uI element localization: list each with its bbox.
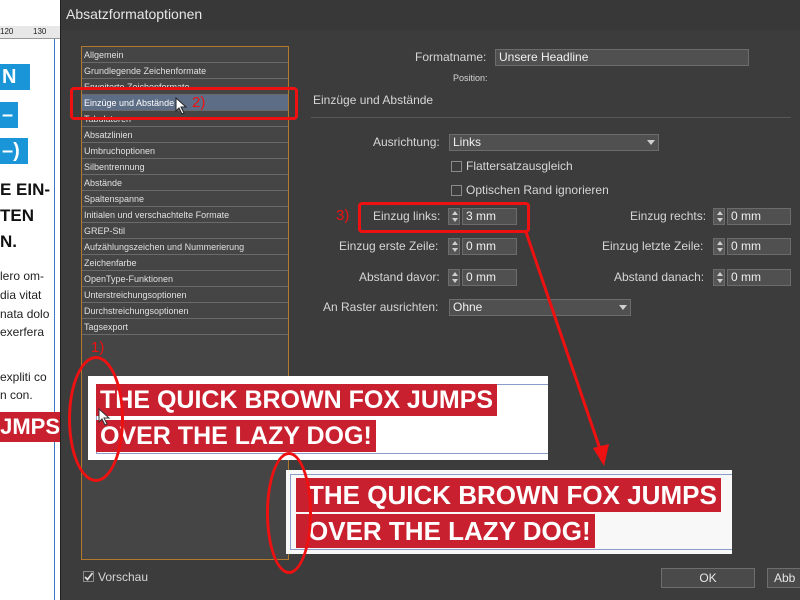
doc-red-headline: JMPS bbox=[0, 412, 60, 442]
section-title: Einzüge und Abstände bbox=[313, 93, 434, 107]
doc-body-line: dia vitat bbox=[0, 288, 42, 302]
background-document: 120 130 N – –) E EIN- TEN N. lero om- di… bbox=[0, 0, 66, 600]
formatname-label: Formatname: bbox=[415, 50, 487, 64]
doc-body-line: lero om- bbox=[0, 269, 45, 283]
flattersatz-label: Flattersatzausgleich bbox=[466, 159, 573, 173]
category-item[interactable]: Umbruchoptionen bbox=[82, 143, 288, 159]
margin-guide bbox=[54, 39, 55, 600]
optischer-rand-checkbox[interactable] bbox=[451, 185, 462, 196]
position-label: Position: bbox=[453, 73, 488, 83]
doc-heading-line: N. bbox=[0, 232, 17, 251]
annotation-step-2: 2) bbox=[192, 94, 206, 111]
abstand-danach-stepper[interactable] bbox=[713, 269, 725, 286]
doc-blue-label: – bbox=[0, 102, 18, 128]
checkmark-icon bbox=[84, 572, 94, 581]
raster-label: An Raster ausrichten: bbox=[323, 300, 439, 314]
category-item[interactable]: OpenType-Funktionen bbox=[82, 271, 288, 287]
doc-body-line: n con. bbox=[0, 388, 33, 402]
einzug-rechts-label: Einzug rechts: bbox=[630, 209, 707, 223]
category-item[interactable]: Grundlegende Zeichenformate bbox=[82, 63, 288, 79]
category-item[interactable]: Zeichenfarbe bbox=[82, 255, 288, 271]
sample-line: OVER THE LAZY DOG! bbox=[296, 514, 595, 548]
doc-body-line: expliti co bbox=[0, 370, 47, 384]
annotation-ellipse-before bbox=[68, 356, 124, 482]
mouse-pointer-icon bbox=[175, 97, 187, 115]
ausrichtung-value: Links bbox=[453, 135, 482, 149]
abstand-davor-label: Abstand davor: bbox=[359, 270, 440, 284]
category-item[interactable]: Unterstreichungsoptionen bbox=[82, 287, 288, 303]
einzug-rechts-input[interactable]: 0 mm bbox=[727, 208, 791, 225]
einzug-erste-zeile-stepper[interactable] bbox=[448, 238, 460, 255]
einzug-letzte-zeile-stepper[interactable] bbox=[713, 238, 725, 255]
category-item[interactable]: Durchstreichungsoptionen bbox=[82, 303, 288, 319]
horizontal-ruler: 120 130 bbox=[0, 26, 66, 39]
doc-body-line: exerfera bbox=[0, 325, 45, 339]
einzug-erste-zeile-input[interactable]: 0 mm bbox=[462, 238, 517, 255]
section-divider bbox=[311, 117, 791, 118]
einzug-rechts-stepper[interactable] bbox=[713, 208, 725, 225]
ruler-label: 120 bbox=[0, 27, 14, 36]
category-item[interactable]: GREP-Stil bbox=[82, 223, 288, 239]
category-item[interactable]: Aufzählungszeichen und Nummerierung bbox=[82, 239, 288, 255]
raster-value: Ohne bbox=[453, 300, 483, 314]
doc-heading-line: TEN bbox=[0, 206, 34, 225]
abstand-danach-label: Abstand danach: bbox=[614, 270, 705, 284]
vorschau-checkbox[interactable] bbox=[83, 571, 94, 582]
einzug-erste-zeile-label: Einzug erste Zeile: bbox=[339, 239, 439, 253]
abstand-davor-stepper[interactable] bbox=[448, 269, 460, 286]
cancel-button[interactable]: Abb bbox=[767, 568, 800, 588]
abstand-davor-input[interactable]: 0 mm bbox=[462, 269, 517, 286]
doc-body-line: nata dolo bbox=[0, 307, 50, 321]
ok-button[interactable]: OK bbox=[661, 568, 755, 588]
abstand-danach-input[interactable]: 0 mm bbox=[727, 269, 791, 286]
annotation-ellipse-after bbox=[266, 452, 312, 574]
annotation-step-1: 1) bbox=[91, 339, 105, 356]
ausrichtung-dropdown[interactable]: Links bbox=[449, 134, 659, 151]
category-list[interactable]: Allgemein Grundlegende Zeichenformate Er… bbox=[81, 46, 289, 560]
doc-heading-line: E EIN- bbox=[0, 180, 51, 199]
einzug-letzte-zeile-label: Einzug letzte Zeile: bbox=[602, 239, 704, 253]
flattersatz-checkbox[interactable] bbox=[451, 161, 462, 172]
sample-line: THE QUICK BROWN FOX JUMPS bbox=[96, 384, 498, 416]
chevron-down-icon bbox=[619, 305, 627, 310]
ruler-label: 130 bbox=[33, 27, 47, 36]
chevron-down-icon bbox=[647, 140, 655, 145]
raster-dropdown[interactable]: Ohne bbox=[449, 299, 631, 316]
category-item[interactable]: Absatzlinien bbox=[82, 127, 288, 143]
optischer-rand-label: Optischen Rand ignorieren bbox=[466, 183, 609, 197]
dialog-title: Absatzformatoptionen bbox=[66, 6, 203, 22]
category-item[interactable]: Abstände bbox=[82, 175, 288, 191]
doc-blue-label: –) bbox=[0, 138, 28, 164]
category-item[interactable]: Tagsexport bbox=[82, 319, 288, 335]
sample-line: THE QUICK BROWN FOX JUMPS bbox=[296, 478, 721, 512]
annotation-step-3: 3) bbox=[336, 207, 350, 224]
category-item[interactable]: Silbentrennung bbox=[82, 159, 288, 175]
category-item[interactable]: Allgemein bbox=[82, 47, 288, 63]
sample-after-indent: THE QUICK BROWN FOX JUMPS OVER THE LAZY … bbox=[286, 470, 732, 554]
vorschau-label: Vorschau bbox=[98, 570, 149, 584]
category-item[interactable]: Spaltenspanne bbox=[82, 191, 288, 207]
doc-blue-label: N bbox=[0, 64, 30, 90]
annotation-highlight-indent bbox=[358, 202, 530, 233]
sample-before-indent: THE QUICK BROWN FOX JUMPS OVER THE LAZY … bbox=[88, 376, 548, 460]
ausrichtung-label: Ausrichtung: bbox=[373, 135, 440, 149]
category-item[interactable]: Initialen und verschachtelte Formate bbox=[82, 207, 288, 223]
sample-line: OVER THE LAZY DOG! bbox=[96, 420, 376, 452]
formatname-input[interactable]: Unsere Headline bbox=[495, 49, 749, 66]
einzug-letzte-zeile-input[interactable]: 0 mm bbox=[727, 238, 791, 255]
